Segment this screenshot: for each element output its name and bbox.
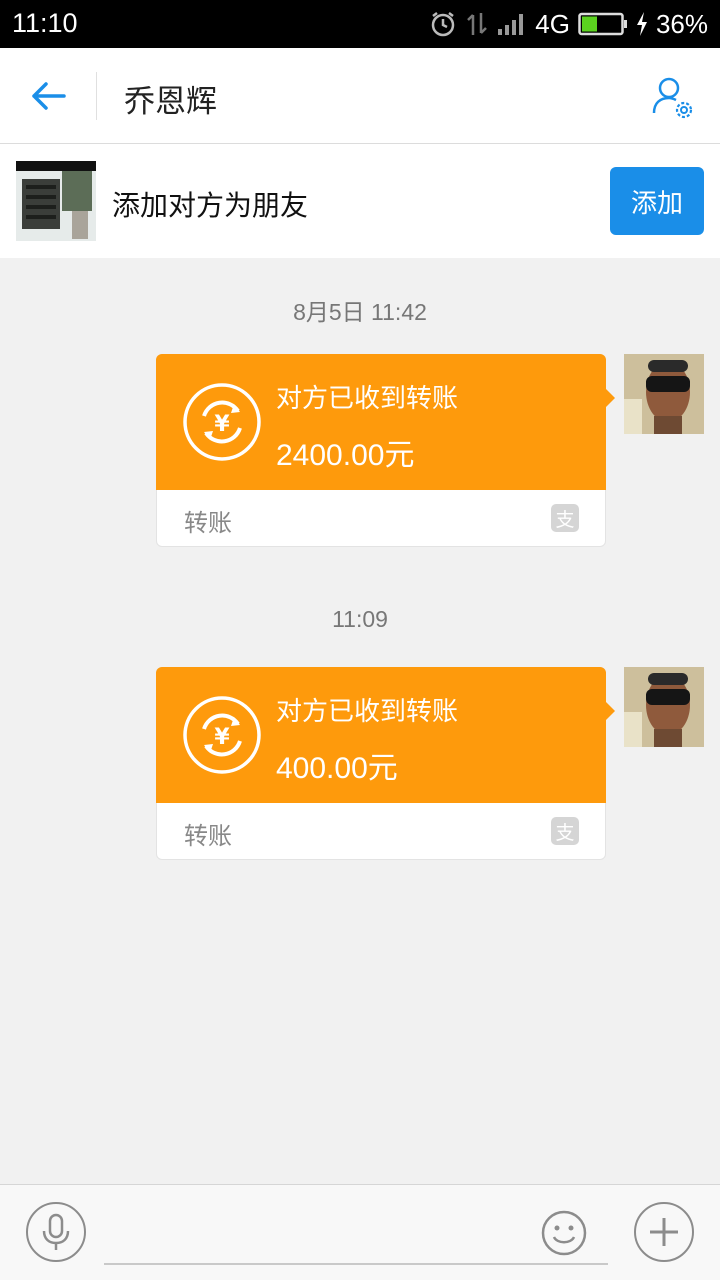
bubble-pointer xyxy=(604,387,615,409)
input-bar xyxy=(0,1184,720,1280)
emoji-icon xyxy=(541,1210,587,1256)
header-divider xyxy=(96,72,97,120)
microphone-icon xyxy=(42,1213,70,1250)
chat-header: 乔恩辉 xyxy=(0,48,720,144)
signal-icon xyxy=(497,12,527,36)
battery-icon xyxy=(578,11,628,37)
add-friend-prompt: 添加对方为朋友 xyxy=(112,189,309,222)
emoji-button[interactable] xyxy=(540,1209,588,1257)
status-icons: 4G 36% xyxy=(429,8,708,40)
profile-settings-icon xyxy=(652,77,693,119)
page-title: 乔恩辉 xyxy=(124,84,217,120)
svg-text:¥: ¥ xyxy=(214,725,230,750)
back-button[interactable] xyxy=(20,70,76,122)
transfer-label: 转账 xyxy=(184,822,232,850)
data-transfer-icon xyxy=(465,11,489,37)
battery-percent: 36% xyxy=(655,8,708,39)
transfer-message[interactable]: ¥ 对方已收到转账 400.00元 转账 支 xyxy=(156,667,615,860)
avatar[interactable] xyxy=(624,354,704,434)
status-bar: 11:10 4G 36% xyxy=(0,0,720,48)
transfer-received-icon: ¥ xyxy=(183,696,261,774)
transfer-card-header: ¥ 对方已收到转账 400.00元 xyxy=(156,667,606,803)
alipay-icon: 支 xyxy=(551,504,579,532)
status-time: 11:10 xyxy=(12,8,78,38)
contact-avatar xyxy=(16,161,96,241)
network-label: 4G xyxy=(535,8,570,39)
bubble-pointer xyxy=(604,700,615,722)
message-input[interactable] xyxy=(104,1197,608,1265)
alipay-icon: 支 xyxy=(551,817,579,845)
transfer-card-header: ¥ 对方已收到转账 2400.00元 xyxy=(156,354,606,490)
transfer-message[interactable]: ¥ 对方已收到转账 2400.00元 转账 支 xyxy=(156,354,615,547)
message-timestamp: 8月5日 11:42 xyxy=(293,299,427,325)
back-arrow-icon xyxy=(32,82,66,110)
voice-button[interactable] xyxy=(26,1202,86,1262)
svg-text:¥: ¥ xyxy=(214,412,230,437)
add-friend-button[interactable]: 添加 xyxy=(610,167,704,235)
add-friend-banner: 添加对方为朋友 添加 xyxy=(0,144,720,258)
transfer-amount: 400.00元 xyxy=(276,752,398,785)
charging-icon xyxy=(636,12,648,36)
alarm-icon xyxy=(429,10,457,38)
avatar[interactable] xyxy=(624,667,704,747)
message-timestamp: 11:09 xyxy=(332,606,388,632)
transfer-status: 对方已收到转账 xyxy=(276,697,459,727)
transfer-received-icon: ¥ xyxy=(183,383,261,461)
more-options-button[interactable] xyxy=(634,1202,694,1262)
profile-settings-button[interactable] xyxy=(646,72,698,124)
plus-icon xyxy=(650,1218,678,1246)
transfer-amount: 2400.00元 xyxy=(276,439,415,472)
transfer-status: 对方已收到转账 xyxy=(276,384,459,414)
transfer-label: 转账 xyxy=(184,509,232,537)
